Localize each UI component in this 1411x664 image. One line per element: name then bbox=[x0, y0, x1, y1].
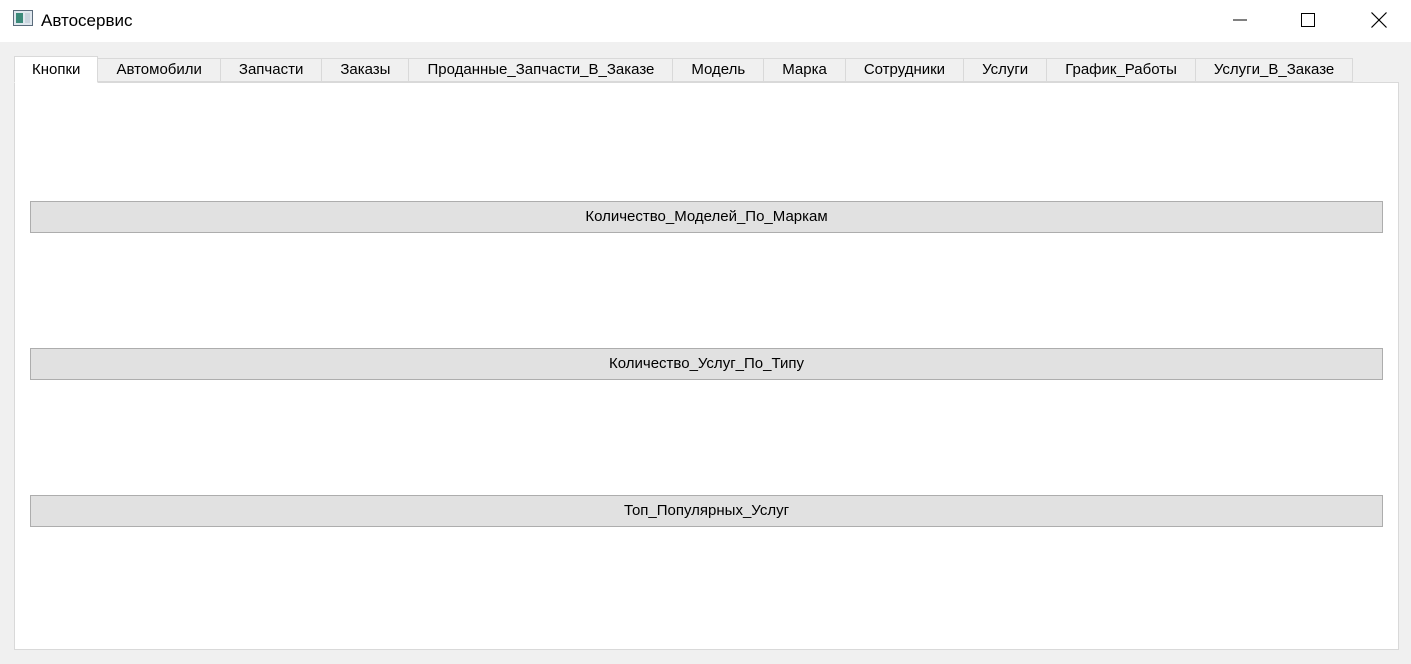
tab-cars[interactable]: Автомобили bbox=[98, 58, 221, 82]
minimize-button[interactable] bbox=[1217, 0, 1263, 40]
tab-model[interactable]: Модель bbox=[673, 58, 765, 82]
title-bar[interactable]: Автосервис bbox=[0, 0, 1411, 42]
tab-brand[interactable]: Марка bbox=[764, 58, 846, 82]
app-window: Автосервис Кнопки Автомобили Запчасти За… bbox=[0, 0, 1411, 664]
tab-orders[interactable]: Заказы bbox=[322, 58, 410, 82]
maximize-icon bbox=[1301, 13, 1315, 27]
close-icon bbox=[1371, 12, 1387, 28]
tab-services[interactable]: Услуги bbox=[964, 58, 1048, 82]
tab-services-in-order[interactable]: Услуги_В_Заказе bbox=[1195, 58, 1354, 82]
top-popular-services-button[interactable]: Топ_Популярных_Услуг bbox=[30, 495, 1383, 527]
models-by-brand-button[interactable]: Количество_Моделей_По_Маркам bbox=[30, 201, 1383, 233]
app-window-icon bbox=[13, 10, 33, 26]
tab-employees[interactable]: Сотрудники bbox=[845, 58, 965, 82]
maximize-button[interactable] bbox=[1285, 0, 1331, 40]
tab-work-schedule[interactable]: График_Работы bbox=[1047, 58, 1196, 82]
tab-sold-parts-in-order[interactable]: Проданные_Запчасти_В_Заказе bbox=[409, 58, 674, 82]
tab-bar: Кнопки Автомобили Запчасти Заказы Продан… bbox=[14, 56, 1354, 83]
window-title: Автосервис bbox=[41, 11, 133, 30]
services-by-type-button[interactable]: Количество_Услуг_По_Типу bbox=[30, 348, 1383, 380]
tab-parts[interactable]: Запчасти bbox=[220, 58, 323, 82]
close-button[interactable] bbox=[1356, 0, 1402, 40]
tab-buttons[interactable]: Кнопки bbox=[14, 56, 99, 83]
minimize-icon bbox=[1233, 19, 1247, 21]
tab-content-panel: Количество_Моделей_По_Маркам Количество_… bbox=[14, 82, 1399, 650]
